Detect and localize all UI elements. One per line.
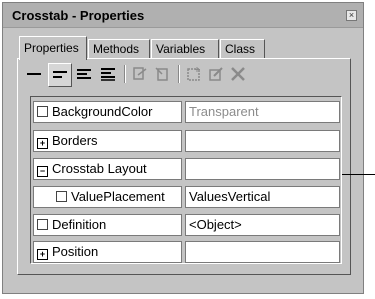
property-name-cell[interactable]: + Position (33, 241, 182, 263)
expand-icon[interactable]: + (37, 138, 48, 149)
link-icon[interactable] (130, 64, 150, 84)
tab-label: Class (225, 42, 256, 56)
property-name: Crosstab Layout (52, 161, 147, 176)
property-value: Transparent (189, 104, 259, 119)
callout-pointer-line (342, 174, 375, 175)
tab-variables[interactable]: Variables (151, 39, 219, 58)
property-name-cell[interactable]: + Borders (33, 130, 182, 152)
collapse-icon[interactable]: − (37, 166, 48, 177)
property-value-cell[interactable] (185, 241, 340, 263)
tab-label: Methods (93, 42, 140, 56)
property-value: <Object> (189, 217, 242, 232)
property-name: Definition (52, 217, 107, 232)
property-value-cell[interactable]: <Object> (185, 214, 340, 236)
property-name: Borders (52, 133, 98, 148)
title-bar[interactable]: Crosstab - Properties × (3, 3, 363, 28)
property-name: ValuePlacement (71, 189, 165, 204)
toolbar-separator (124, 65, 126, 83)
checkbox-icon[interactable] (56, 191, 67, 202)
tab-methods[interactable]: Methods (88, 39, 150, 58)
window-title: Crosstab - Properties (12, 8, 145, 23)
align-center-icon[interactable] (74, 64, 94, 84)
close-icon[interactable]: × (346, 10, 357, 21)
checkbox-icon[interactable] (37, 219, 48, 230)
edit-item-icon[interactable] (206, 64, 226, 84)
property-name-cell[interactable]: BackgroundColor (33, 101, 182, 123)
property-value: ValuesVertical (189, 189, 271, 204)
property-name: Position (52, 244, 99, 259)
toolbar-separator (178, 65, 180, 83)
tab-label: Variables (156, 42, 206, 56)
new-item-icon[interactable] (184, 64, 204, 84)
align-left-icon[interactable] (48, 63, 72, 87)
property-name-cell[interactable]: Definition (33, 214, 182, 236)
tab-class[interactable]: Class (220, 39, 265, 58)
align-line-icon[interactable] (24, 64, 44, 84)
checkbox-icon[interactable] (37, 106, 48, 117)
property-value-cell[interactable]: ValuesVertical (185, 186, 340, 208)
tab-label: Properties (24, 41, 79, 55)
property-name: BackgroundColor (52, 104, 153, 119)
property-name-cell[interactable]: − Crosstab Layout (33, 158, 182, 180)
expand-icon[interactable]: + (37, 249, 48, 260)
tab-properties[interactable]: Properties (19, 36, 87, 60)
property-name-cell[interactable]: ValuePlacement (33, 186, 182, 208)
align-right-icon[interactable] (98, 64, 118, 84)
unlink-icon[interactable] (152, 64, 172, 84)
property-value-cell[interactable]: Transparent (185, 101, 340, 123)
property-value-cell[interactable] (185, 130, 340, 152)
delete-icon[interactable] (228, 64, 248, 84)
property-value-cell[interactable] (185, 158, 340, 180)
